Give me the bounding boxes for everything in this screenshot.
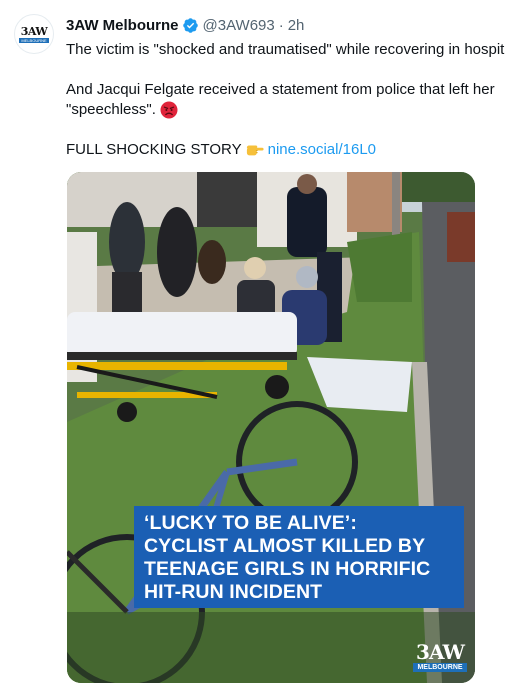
headline-banner: ‘LUCKY TO BE ALIVE’: CYCLIST ALMOST KILL… xyxy=(134,506,464,608)
pointing-right-emoji xyxy=(246,141,264,159)
tweet-text-line-3: "speechless". xyxy=(66,100,178,120)
tweet-text-line-2: And Jacqui Felgate received a statement … xyxy=(66,81,495,98)
account-handle[interactable]: @3AW693 xyxy=(203,17,275,34)
avatar-text: 3AW xyxy=(20,24,48,38)
3aw-logo: 3AW MELBOURNE xyxy=(412,642,468,672)
timestamp[interactable]: 2h xyxy=(288,17,305,34)
story-link[interactable]: nine.social/16L0 xyxy=(268,140,376,160)
avatar[interactable]: 3AW MELBOURNE xyxy=(14,14,54,54)
headline-line: ‘LUCKY TO BE ALIVE’: xyxy=(144,512,357,534)
account-name[interactable]: 3AW Melbourne xyxy=(66,17,179,34)
tweet: 3AW MELBOURNE 3AW Melbourne @3AW693 · 2h… xyxy=(0,0,520,689)
media-image[interactable]: ‘LUCKY TO BE ALIVE’: CYCLIST ALMOST KILL… xyxy=(67,172,475,683)
separator: · xyxy=(278,16,284,34)
tweet-text-quote: "speechless". xyxy=(66,101,156,118)
verified-badge-icon xyxy=(182,17,199,34)
tweet-header: 3AW Melbourne @3AW693 · 2h xyxy=(66,14,304,36)
headline-line: TEENAGE GIRLS IN HORRIFIC xyxy=(144,558,431,580)
tweet-text-line-1: The victim is "shocked and traumatised" … xyxy=(66,41,505,58)
logo-text: 3AW xyxy=(416,640,465,664)
avatar-subtext: MELBOURNE xyxy=(19,37,49,43)
story-prefix: FULL SHOCKING STORY xyxy=(66,141,242,158)
tweet-story-line: FULL SHOCKING STORY nine.social/16L0 xyxy=(66,140,376,160)
logo-subtext: MELBOURNE xyxy=(413,663,467,672)
headline-line: CYCLIST ALMOST KILLED BY xyxy=(144,535,426,557)
headline-line: HIT-RUN INCIDENT xyxy=(144,581,323,603)
angry-face-emoji xyxy=(160,101,178,119)
